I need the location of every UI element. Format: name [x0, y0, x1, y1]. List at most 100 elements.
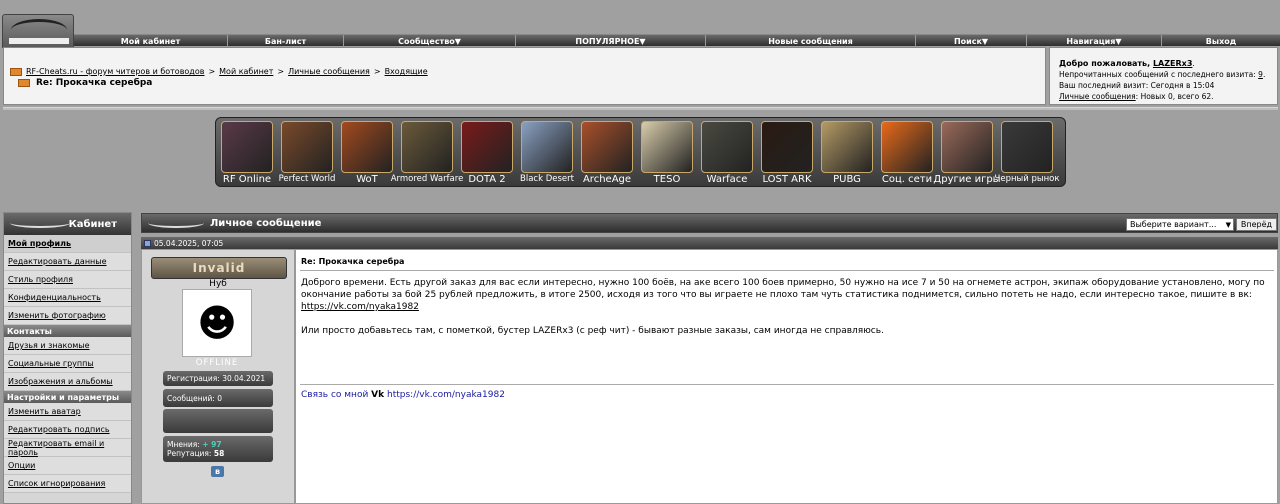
sidebar-item-my-profile[interactable]: Мой профиль [4, 235, 131, 253]
sidebar-item-change-photo[interactable]: Изменить фотографию [4, 307, 131, 325]
sidebar-item-change-avatar[interactable]: Изменить аватар [4, 403, 131, 421]
breadcrumb: RF-Cheats.ru - форум читеров и ботоводов… [10, 67, 428, 76]
game-tile[interactable]: ArcheAge [580, 121, 634, 187]
signature: Связь со мной Vk https://vk.com/nyaka198… [301, 390, 505, 400]
game-tile[interactable]: Perfect World [279, 121, 335, 187]
nav-logout[interactable]: Выход [1162, 35, 1280, 47]
chevron-down-icon: ▼ [1115, 36, 1122, 46]
game-tile[interactable]: Armored Warfare [391, 121, 463, 187]
nav-search[interactable]: Поиск ▼ [916, 35, 1027, 47]
breadcrumb-home[interactable]: RF-Cheats.ru - форум читеров и ботоводов [26, 67, 204, 76]
message-count: Сообщений: 0 [163, 389, 273, 407]
username[interactable]: Invalid [151, 257, 287, 279]
sidebar-item-albums[interactable]: Изображения и альбомы [4, 373, 131, 391]
game-tile[interactable]: Warface [700, 121, 754, 187]
folder-icon [10, 67, 22, 76]
game-label: RF Online [222, 174, 272, 185]
unread-count-link[interactable]: 9 [1258, 70, 1263, 79]
nav-navigation[interactable]: Навигация ▼ [1027, 35, 1162, 47]
pm-link[interactable]: Личные сообщения [1059, 92, 1136, 101]
breadcrumb-cabinet[interactable]: Мой кабинет [219, 67, 273, 76]
game-label: Black Desert [520, 174, 574, 184]
game-tile[interactable]: LOST ARK [760, 121, 814, 187]
user-rank: Нуб [209, 279, 227, 289]
game-icon [281, 121, 333, 173]
welcome-box: Добро пожаловать, LAZERx3. Непрочитанных… [1049, 47, 1278, 105]
game-icon [701, 121, 753, 173]
chevron-down-icon: ▼ [454, 36, 461, 46]
game-label: Другие игры [933, 174, 1001, 185]
reputation-value: 58 [213, 449, 225, 458]
game-tile[interactable]: DOTA 2 [460, 121, 514, 187]
game-icon [821, 121, 873, 173]
sidebar-item-social-groups[interactable]: Социальные группы [4, 355, 131, 373]
nav-label: Новые сообщения [768, 36, 853, 46]
main-navbar: Мой кабинет Бан-лист Сообщество ▼ ПОПУЛЯР… [74, 34, 1280, 47]
username-link[interactable]: LAZERx3 [1153, 59, 1192, 68]
nav-label: Выход [1205, 36, 1237, 46]
game-label: DOTA 2 [468, 174, 506, 185]
game-tile[interactable]: PUBG [820, 121, 874, 187]
game-tile[interactable]: WoT [340, 121, 394, 187]
sidebar-item-options[interactable]: Опции [4, 457, 131, 475]
game-icon [461, 121, 513, 173]
nav-ban-list[interactable]: Бан-лист [228, 35, 344, 47]
sidebar-item-ignore-list[interactable]: Список игнорирования [4, 475, 131, 493]
signature-link[interactable]: https://vk.com/nyaka1982 [387, 390, 505, 400]
unread-line: Непрочитанных сообщений с последнего виз… [1059, 70, 1266, 79]
sidebar-header: Кабинет [4, 213, 131, 235]
game-label: Черный рынок [994, 174, 1060, 184]
vk-icon[interactable]: в [211, 466, 224, 477]
game-tile[interactable]: Black Desert [520, 121, 574, 187]
reputation-line: Репутация: 58 [167, 449, 224, 458]
sidebar-item-edit-data[interactable]: Редактировать данные [4, 253, 131, 271]
nav-label: Бан-лист [264, 36, 307, 46]
unread-label: Непрочитанных сообщений с последнего виз… [1059, 70, 1259, 79]
game-icon [581, 121, 633, 173]
game-tile[interactable]: RF Online [220, 121, 274, 187]
page-title: Личное сообщение [210, 218, 322, 229]
game-icon [1001, 121, 1053, 173]
sidebar-item-privacy[interactable]: Конфиденциальность [4, 289, 131, 307]
breadcrumb-messages[interactable]: Личные сообщения [288, 67, 370, 76]
game-label: LOST ARK [762, 174, 812, 185]
sidebar-section-settings: Настройки и параметры [4, 391, 131, 403]
signature-vk-label: Vk [371, 390, 385, 400]
game-icon [941, 121, 993, 173]
nav-label: ПОПУЛЯРНОЕ [575, 36, 640, 46]
post-divider [300, 270, 1274, 271]
game-tile[interactable]: Черный рынок [995, 121, 1059, 187]
post-body: Re: Прокачка серебра Доброго времени. Ес… [295, 249, 1278, 504]
message-count-text: Сообщений: 0 [167, 393, 223, 403]
vk-link[interactable]: https://vk.com/nyaka1982 [301, 302, 419, 312]
sidebar-item-friends[interactable]: Друзья и знакомые [4, 337, 131, 355]
game-tile[interactable]: TESO [640, 121, 694, 187]
game-icon [761, 121, 813, 173]
sidebar-item-profile-style[interactable]: Стиль профиля [4, 271, 131, 289]
game-label: PUBG [833, 174, 861, 185]
game-icon [221, 121, 273, 173]
signature-prefix: Связь со мной [301, 390, 372, 400]
game-tile[interactable]: Соц. сети [880, 121, 934, 187]
game-icon [401, 121, 453, 173]
nav-community[interactable]: Сообщество ▼ [344, 35, 516, 47]
reputation-label: Репутация: [167, 449, 214, 458]
game-tile[interactable]: Другие игры [933, 121, 1001, 187]
sidebar-item-edit-signature[interactable]: Редактировать подпись [4, 421, 131, 439]
sidebar-item-edit-email-password[interactable]: Редактировать email и пароль [4, 439, 131, 457]
game-label: ArcheAge [582, 174, 632, 185]
site-logo[interactable] [2, 14, 74, 48]
nav-label: Поиск [953, 36, 982, 46]
go-button[interactable]: Вперёд [1236, 218, 1277, 231]
nav-new-posts[interactable]: Новые сообщения [706, 35, 916, 47]
game-icon [881, 121, 933, 173]
post-paragraph: Доброго времени. Есть другой заказ для в… [301, 278, 1265, 300]
opinions-line: Мнения: + 97 [167, 440, 222, 449]
nav-popular[interactable]: ПОПУЛЯРНОЕ ▼ [516, 35, 706, 47]
opinions-value: + 97 [202, 440, 222, 449]
reputation-box: Мнения: + 97 Репутация: 58 [163, 436, 273, 462]
nav-my-cabinet[interactable]: Мой кабинет [74, 35, 228, 47]
breadcrumb-inbox[interactable]: Входящие [385, 67, 428, 76]
game-icon [341, 121, 393, 173]
action-select[interactable]: Выберите вариант... ▼ [1126, 218, 1234, 231]
